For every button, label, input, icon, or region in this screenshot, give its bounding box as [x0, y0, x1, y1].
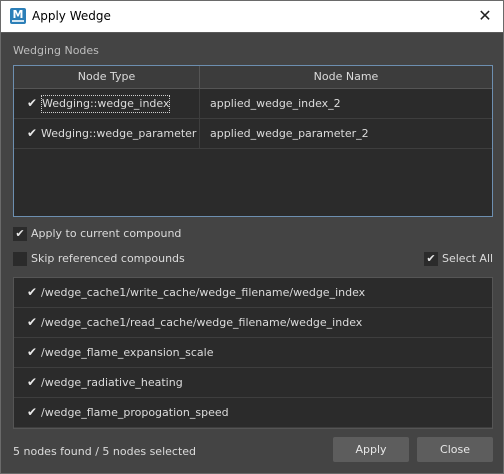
list-item[interactable]: ✔ /wedge_cache1/read_cache/wedge_filenam…: [14, 308, 492, 338]
checkmark-icon[interactable]: ✔: [27, 119, 37, 148]
apply-current-label: Apply to current compound: [31, 227, 182, 240]
wedging-nodes-table: Node Type Node Name ✔ Wedging::wedge_ind…: [13, 65, 493, 217]
node-path-text: /wedge_flame_expansion_scale: [41, 346, 214, 359]
node-path-text: /wedge_cache1/write_cache/wedge_filename…: [41, 286, 366, 299]
select-all-checkbox[interactable]: ✔: [424, 252, 438, 266]
checkmark-icon[interactable]: ✔: [27, 89, 37, 118]
skip-referenced-label: Skip referenced compounds: [31, 252, 185, 265]
apply-current-checkbox[interactable]: ✔: [13, 227, 27, 241]
column-header-node-type[interactable]: Node Type: [14, 66, 200, 88]
node-path-list: ✔ /wedge_cache1/write_cache/wedge_filena…: [13, 277, 493, 429]
checkmark-icon[interactable]: ✔: [27, 398, 37, 427]
node-name-cell: applied_wedge_parameter_2: [210, 127, 369, 140]
checkmark-icon[interactable]: ✔: [27, 338, 37, 367]
title-bar: M Apply Wedge ✕: [1, 1, 503, 33]
checkmark-icon[interactable]: ✔: [27, 278, 37, 307]
list-item[interactable]: ✔ /wedge_flame_expansion_scale: [14, 338, 492, 368]
checkmark-icon[interactable]: ✔: [27, 368, 37, 397]
wedging-nodes-label: Wedging Nodes: [13, 44, 99, 57]
maya-app-icon: M: [10, 8, 26, 24]
checkmark-icon[interactable]: ✔: [27, 308, 37, 337]
select-all-label: Select All: [442, 252, 494, 265]
apply-button[interactable]: Apply: [333, 437, 409, 462]
node-type-text: Wedging::wedge_parameter: [41, 127, 197, 140]
close-button[interactable]: Close: [417, 437, 493, 462]
node-type-cell: ✔ Wedging::wedge_index: [14, 89, 200, 118]
list-item[interactable]: ✔ /wedge_flame_propogation_speed: [14, 398, 492, 428]
node-type-cell: ✔ Wedging::wedge_parameter: [14, 119, 200, 148]
close-icon[interactable]: ✕: [475, 6, 495, 26]
window-title: Apply Wedge: [32, 9, 111, 23]
apply-wedge-dialog: M Apply Wedge ✕ Wedging Nodes Node Type …: [0, 0, 504, 474]
table-header: Node Type Node Name: [14, 66, 492, 89]
node-path-text: /wedge_cache1/read_cache/wedge_filename/…: [41, 316, 363, 329]
node-path-text: /wedge_flame_propogation_speed: [41, 406, 229, 419]
table-row[interactable]: ✔ Wedging::wedge_parameter applied_wedge…: [14, 119, 492, 149]
node-path-text: /wedge_radiative_heating: [41, 376, 183, 389]
skip-referenced-checkbox[interactable]: [13, 252, 27, 266]
node-type-text: Wedging::wedge_index: [41, 95, 171, 113]
table-row[interactable]: ✔ Wedging::wedge_index applied_wedge_ind…: [14, 89, 492, 119]
status-text: 5 nodes found / 5 nodes selected: [13, 445, 197, 458]
list-item[interactable]: ✔ /wedge_radiative_heating: [14, 368, 492, 398]
column-header-node-name[interactable]: Node Name: [200, 66, 492, 88]
node-name-cell: applied_wedge_index_2: [210, 97, 341, 110]
list-item[interactable]: ✔ /wedge_cache1/write_cache/wedge_filena…: [14, 278, 492, 308]
